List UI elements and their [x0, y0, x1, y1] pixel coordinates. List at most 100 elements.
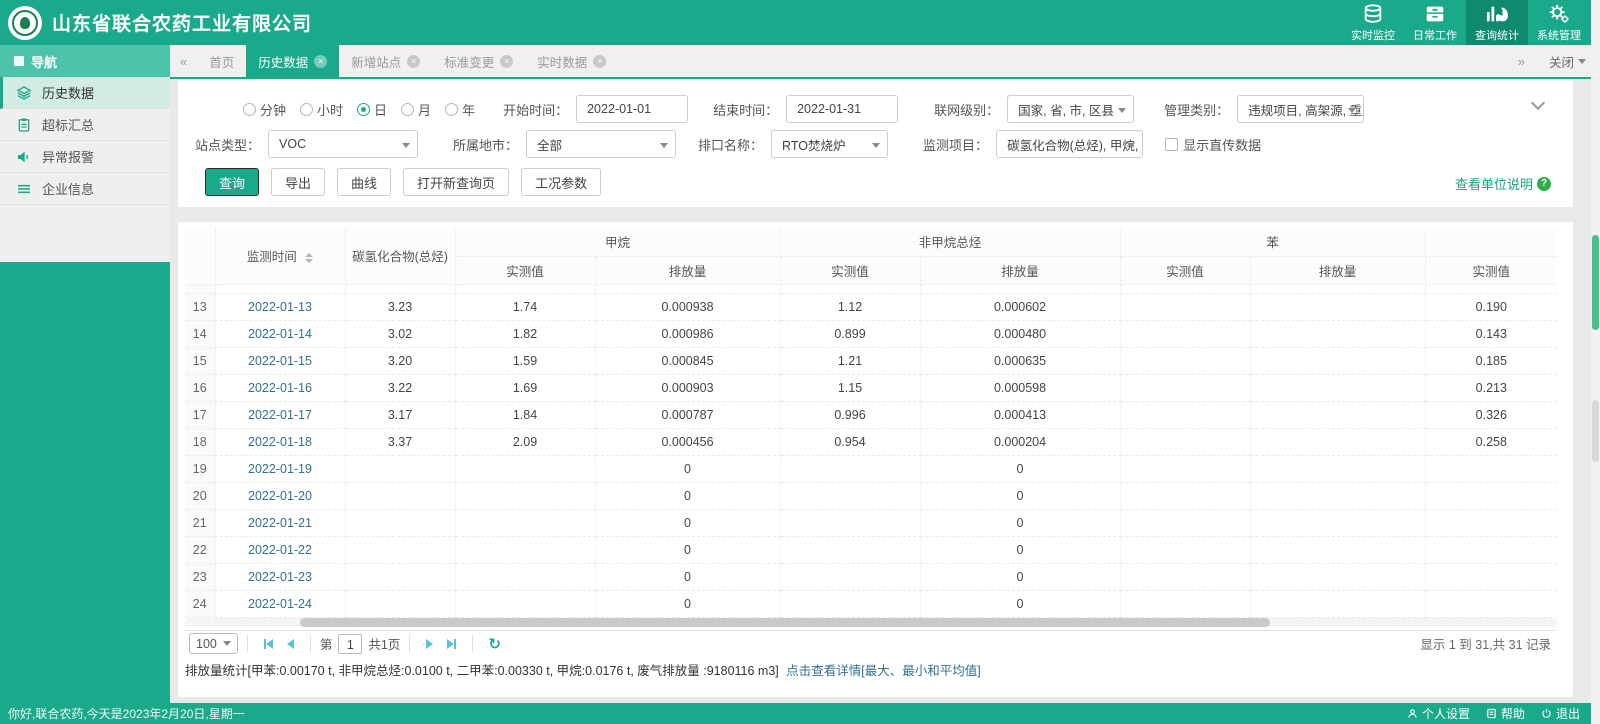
date-link-cell[interactable]: 2022-01-13: [215, 293, 345, 320]
city-label: 所属地市：: [453, 135, 518, 154]
last-page-icon[interactable]: [447, 639, 456, 649]
table-row[interactable]: 172022-01-173.171.840.0007870.9960.00041…: [185, 401, 1557, 428]
radio-minute[interactable]: 分钟: [243, 100, 286, 119]
scroll-tabs-right-icon[interactable]: »: [1508, 54, 1535, 69]
scroll-tabs-left-icon[interactable]: «: [170, 54, 197, 69]
sidebar-item-history-data[interactable]: 历史数据: [0, 77, 170, 109]
close-icon[interactable]: ×: [314, 55, 327, 68]
date-link-cell[interactable]: 2022-01-15: [215, 347, 345, 374]
value-cell: [1250, 347, 1425, 374]
site-type-select[interactable]: VOC: [268, 130, 418, 158]
table-row[interactable]: 242022-01-2400: [185, 590, 1557, 617]
value-cell: 0: [920, 563, 1120, 590]
query-button[interactable]: 查询: [205, 168, 259, 196]
collapse-filter-icon[interactable]: [1533, 98, 1545, 106]
table-row[interactable]: 152022-01-153.201.590.0008451.210.000635…: [185, 347, 1557, 374]
monitor-item-label: 监测项目：: [923, 135, 988, 154]
value-cell: 3.22: [345, 374, 455, 401]
radio-month[interactable]: 月: [401, 100, 431, 119]
curve-button[interactable]: 曲线: [337, 168, 391, 196]
unit-help-link[interactable]: 查看单位说明 ?: [1455, 174, 1551, 193]
working-condition-button[interactable]: 工况参数: [521, 168, 601, 196]
vertical-scrollbar[interactable]: [1591, 0, 1600, 724]
date-link-cell[interactable]: 2022-01-23: [215, 563, 345, 590]
sidebar-item-company-info[interactable]: 企业信息: [0, 173, 170, 205]
monitor-item-select[interactable]: 碳氢化合物(总烃), 甲烷, 非: [996, 130, 1143, 158]
close-tabs-menu[interactable]: 关闭: [1549, 52, 1586, 71]
table-row[interactable]: 222022-01-2200: [185, 536, 1557, 563]
value-cell: 0.000602: [920, 293, 1120, 320]
radio-year[interactable]: 年: [445, 100, 475, 119]
page-label-pre: 第: [320, 634, 333, 653]
table-row[interactable]: 162022-01-163.221.690.0009031.150.000598…: [185, 374, 1557, 401]
value-cell: [780, 455, 920, 482]
date-link-cell[interactable]: 2022-01-19: [215, 455, 345, 482]
first-page-icon[interactable]: [264, 639, 273, 649]
nav-daily-work[interactable]: 日常工作: [1404, 0, 1466, 45]
stats-detail-link[interactable]: 点击查看详情[最大、最小和平均值]: [786, 664, 980, 678]
export-button[interactable]: 导出: [271, 168, 325, 196]
date-link-cell[interactable]: 2022-01-21: [215, 509, 345, 536]
tab-standard-change[interactable]: 标准变更 ×: [432, 45, 525, 77]
nav-query-statistics[interactable]: 查询统计: [1466, 0, 1528, 45]
manage-type-select[interactable]: 违规项目, 高架源, 重点排污: [1237, 95, 1364, 123]
table-row[interactable]: 232022-01-2300: [185, 563, 1557, 590]
value-cell: [1425, 455, 1557, 482]
sidebar-item-abnormal-alarm[interactable]: 异常报警: [0, 141, 170, 173]
city-select[interactable]: 全部: [526, 130, 676, 158]
nav-system-management[interactable]: 系统管理: [1528, 0, 1590, 45]
page-size-select[interactable]: 100: [189, 633, 238, 654]
chevron-down-icon: [872, 143, 880, 148]
close-icon[interactable]: ×: [407, 55, 420, 68]
date-link-cell[interactable]: 2022-01-20: [215, 482, 345, 509]
close-icon[interactable]: ×: [593, 55, 606, 68]
sidebar-item-exceed-summary[interactable]: 超标汇总: [0, 109, 170, 141]
column-header-time[interactable]: 监测时间: [215, 228, 345, 284]
date-link-cell[interactable]: 2022-01-22: [215, 536, 345, 563]
radio-hour[interactable]: 小时: [300, 100, 343, 119]
close-icon[interactable]: ×: [500, 55, 513, 68]
clipboard-icon: [16, 117, 32, 133]
prev-page-icon[interactable]: [287, 639, 294, 649]
sort-icon[interactable]: [305, 253, 313, 263]
period-radio-group: 分钟 小时 日 月 年: [243, 100, 475, 119]
refresh-icon[interactable]: ↻: [488, 635, 501, 653]
tab-home[interactable]: 首页: [197, 45, 246, 77]
tab-realtime-data[interactable]: 实时数据 ×: [525, 45, 618, 77]
inner-scrollbar-thumb[interactable]: [1592, 400, 1599, 462]
outlet-select[interactable]: RTO焚烧炉: [771, 130, 888, 158]
table-row[interactable]: 142022-01-143.021.820.0009860.8990.00048…: [185, 320, 1557, 347]
page-number-input[interactable]: 1: [338, 634, 362, 654]
table-row[interactable]: 212022-01-2100: [185, 509, 1557, 536]
date-link-cell[interactable]: 2022-01-17: [215, 401, 345, 428]
vertical-scrollbar-thumb[interactable]: [1592, 235, 1599, 330]
table-row[interactable]: 192022-01-1900: [185, 455, 1557, 482]
nav-realtime-monitor[interactable]: 实时监控: [1342, 0, 1404, 45]
row-number-cell: 18: [185, 428, 215, 455]
horizontal-scrollbar-thumb[interactable]: [300, 618, 1270, 627]
table-row[interactable]: 132022-01-133.231.740.0009381.120.000602…: [185, 293, 1557, 320]
value-cell: [455, 509, 595, 536]
horizontal-scrollbar[interactable]: [185, 618, 1557, 627]
personal-settings-link[interactable]: 个人设置: [1407, 705, 1470, 722]
gear-icon: [1548, 3, 1570, 25]
next-page-icon[interactable]: [426, 639, 433, 649]
date-link-cell[interactable]: 2022-01-14: [215, 320, 345, 347]
direct-data-checkbox[interactable]: [1165, 138, 1178, 151]
help-link[interactable]: 帮助: [1486, 705, 1525, 722]
logout-link[interactable]: 退出: [1541, 705, 1580, 722]
tab-new-station[interactable]: 新增站点 ×: [339, 45, 432, 77]
date-link-cell[interactable]: 2022-01-24: [215, 590, 345, 617]
end-time-input[interactable]: 2022-01-31: [786, 95, 898, 123]
table-row[interactable]: 202022-01-2000: [185, 482, 1557, 509]
network-level-select[interactable]: 国家, 省, 市, 区县: [1007, 95, 1134, 123]
date-link-cell[interactable]: 2022-01-18: [215, 428, 345, 455]
open-new-query-button[interactable]: 打开新查询页: [403, 168, 509, 196]
radio-day[interactable]: 日: [357, 100, 387, 119]
value-cell: 0.213: [1425, 374, 1557, 401]
value-cell: 0: [595, 563, 780, 590]
tab-history-data[interactable]: 历史数据 ×: [246, 45, 339, 77]
start-time-input[interactable]: 2022-01-01: [576, 95, 688, 123]
table-row[interactable]: 182022-01-183.372.090.0004560.9540.00020…: [185, 428, 1557, 455]
date-link-cell[interactable]: 2022-01-16: [215, 374, 345, 401]
